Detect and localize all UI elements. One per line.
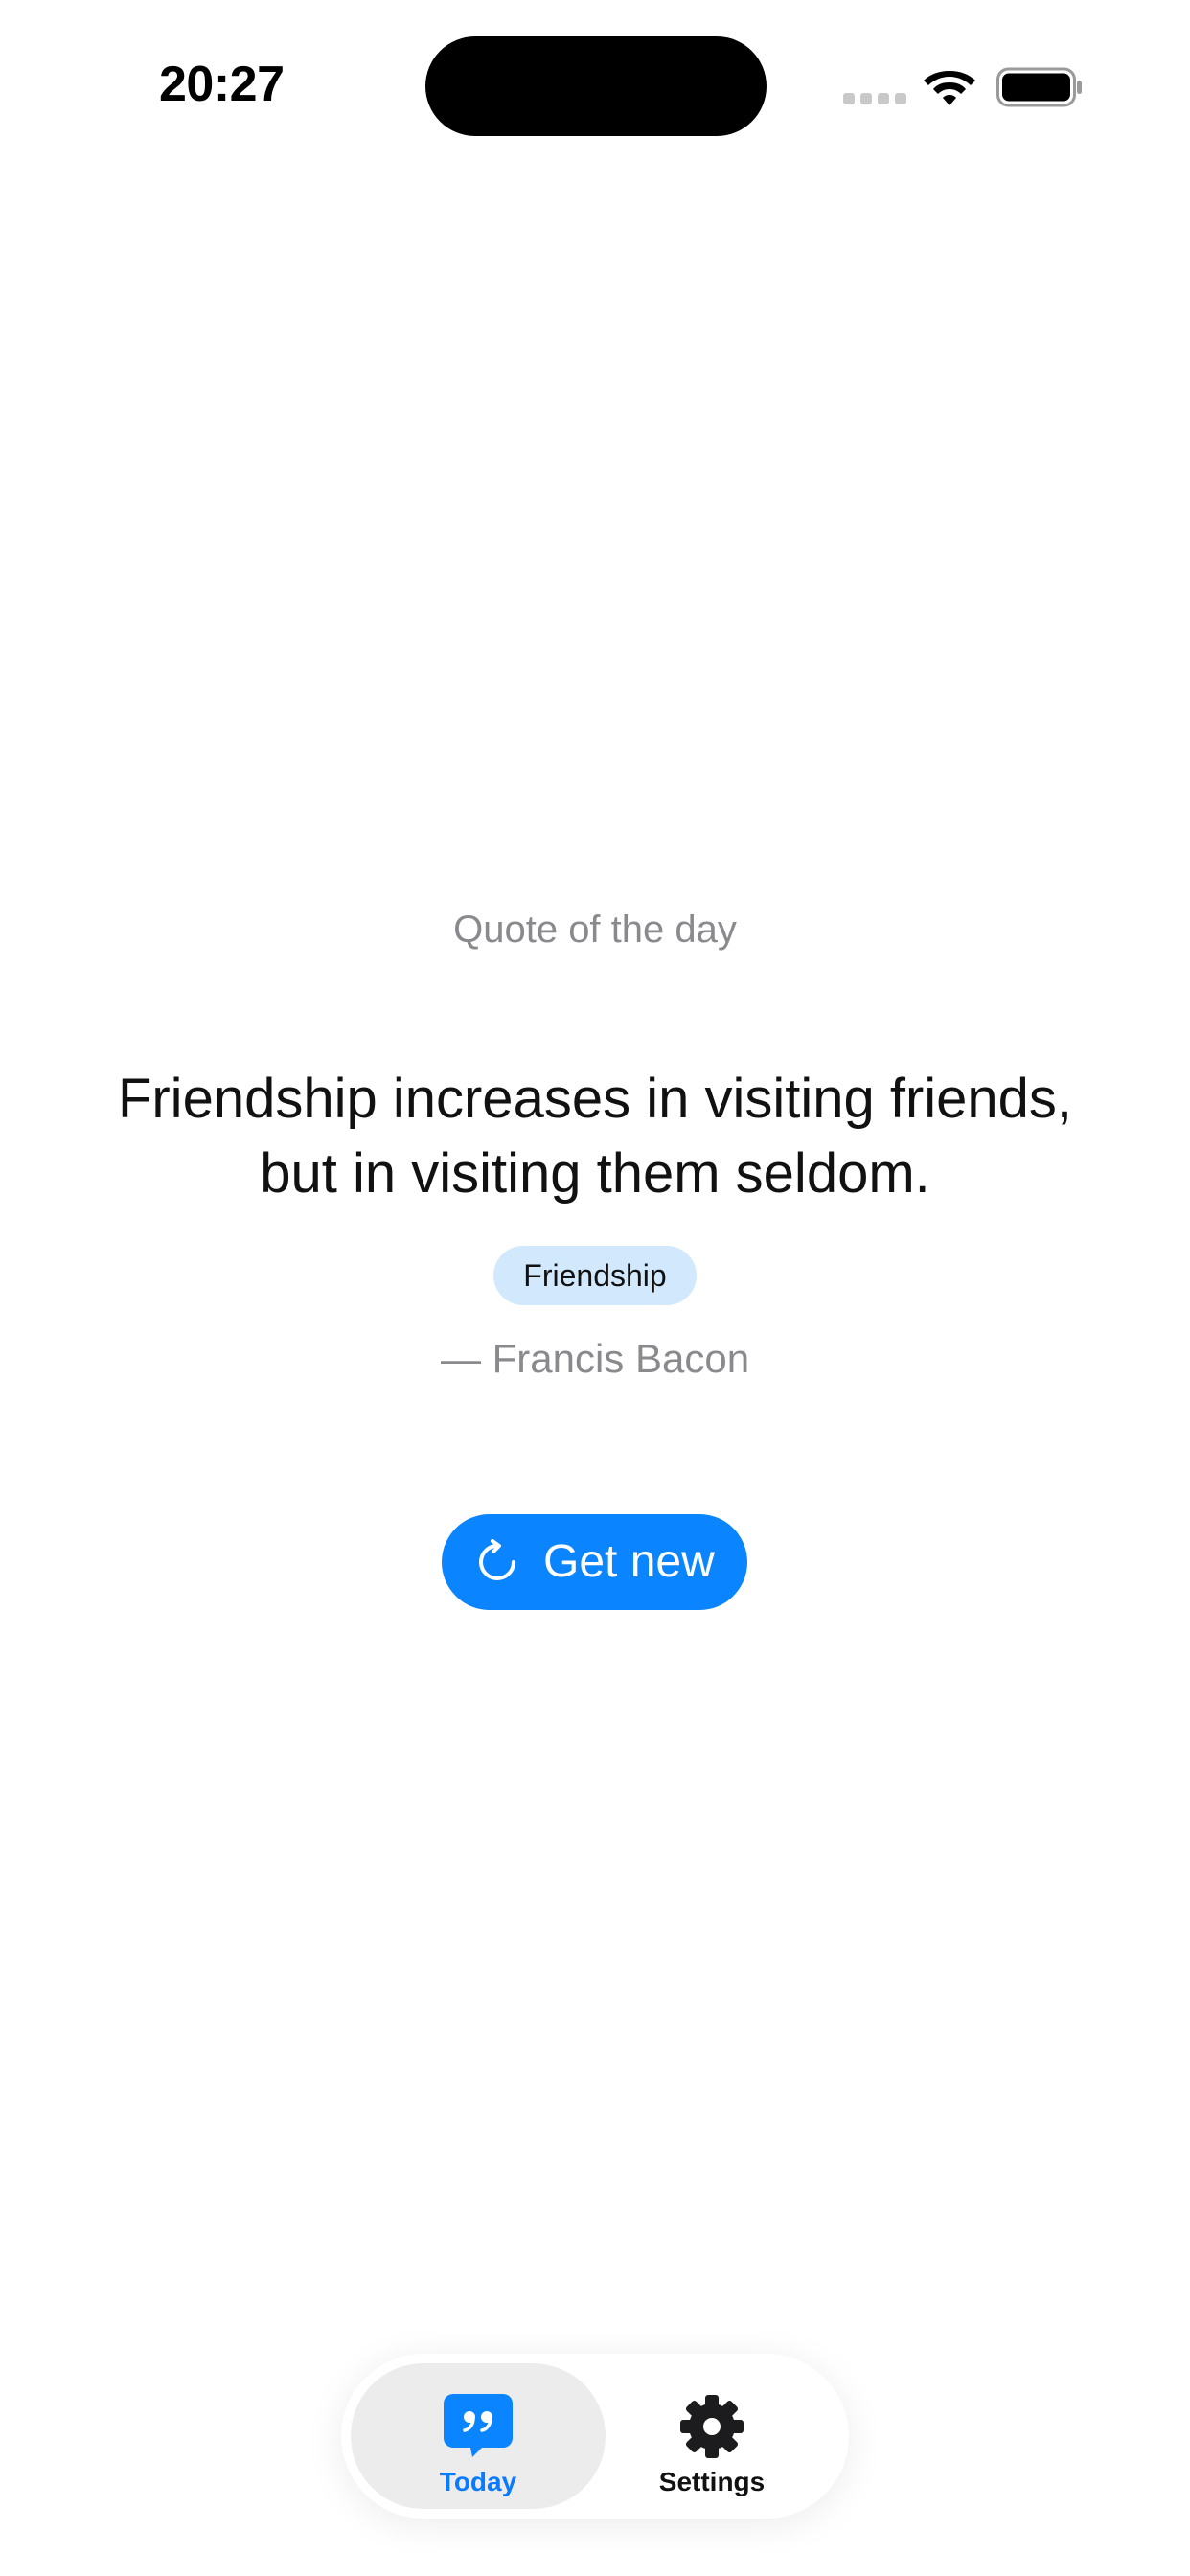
section-label: Quote of the day	[453, 908, 737, 951]
status-time: 20:27	[159, 57, 285, 112]
get-new-button[interactable]: Get new	[442, 1514, 747, 1610]
quote-author: — Francis Bacon	[440, 1336, 750, 1381]
battery-icon	[996, 67, 1082, 107]
tab-today-label: Today	[439, 2467, 517, 2496]
quote-text: Friendship increases in visiting friends…	[117, 1068, 1073, 1205]
tab-settings[interactable]: Settings	[584, 2363, 839, 2509]
quote-bubble-icon	[444, 2394, 513, 2457]
signal-icon	[843, 93, 906, 106]
tab-settings-label: Settings	[658, 2467, 766, 2496]
gear-icon	[680, 2395, 744, 2458]
status-bar: 20:27	[0, 0, 1190, 172]
refresh-icon	[479, 1539, 515, 1580]
tab-today[interactable]: Today	[351, 2363, 606, 2509]
wifi-icon	[924, 71, 975, 105]
dynamic-island	[425, 36, 767, 136]
tag-pill: Friendship	[493, 1246, 697, 1305]
get-new-label: Get new	[543, 1536, 715, 1587]
tab-bar: Today Settings	[341, 2354, 849, 2518]
